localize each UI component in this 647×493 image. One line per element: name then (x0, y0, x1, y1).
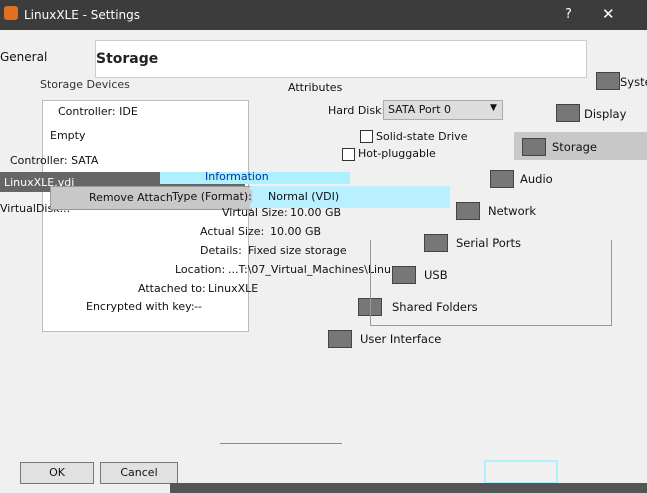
attributes-label: Attributes (288, 81, 343, 94)
hard-disk-select[interactable]: SATA Port 0 ▼ (383, 100, 503, 120)
info-encrypted-key: Encrypted with key: (86, 300, 195, 313)
info-details-key: Details: (200, 244, 242, 257)
cancel-button[interactable]: Cancel (100, 462, 178, 484)
nav-display[interactable]: Display (584, 107, 626, 121)
help-button[interactable]: ? (565, 7, 572, 22)
focus-frame (484, 460, 558, 484)
hotplug-label: Hot-pluggable (358, 147, 436, 160)
panel-border (370, 240, 612, 326)
nav-general[interactable]: General (0, 50, 47, 64)
user-interface-icon (328, 330, 352, 348)
info-attached: LinuxXLE (208, 282, 259, 295)
title-bar: LinuxXLE - Settings ? ✕ (0, 0, 647, 30)
window-title: LinuxXLE - Settings (24, 8, 140, 22)
tree-empty[interactable]: Empty (50, 129, 85, 142)
ok-button[interactable]: OK (20, 462, 94, 484)
network-icon (456, 202, 480, 220)
chevron-down-icon: ▼ (490, 103, 497, 113)
storage-devices-label: Storage Devices (40, 78, 130, 91)
page-title: Storage (96, 51, 159, 67)
info-actual-size: 10.00 GB (270, 225, 322, 238)
nav-storage[interactable]: Storage (552, 140, 597, 154)
audio-icon (490, 170, 514, 188)
bottom-strip (170, 483, 647, 493)
ssd-label: Solid-state Drive (376, 130, 468, 143)
info-encrypted: -- (194, 300, 202, 313)
storage-icon (522, 138, 546, 156)
divider (220, 443, 342, 444)
info-location: ...T:\07_Virtual_Machines\Linu (228, 263, 391, 276)
nav-system[interactable]: System (620, 75, 647, 89)
tree-controller-sata[interactable]: Controller: SATA (10, 154, 98, 167)
close-button[interactable]: ✕ (602, 5, 615, 23)
hotplug-checkbox[interactable] (342, 148, 355, 161)
ssd-checkbox[interactable] (360, 130, 373, 143)
info-location-key: Location: (175, 263, 226, 276)
nav-audio[interactable]: Audio (520, 172, 553, 186)
system-icon (596, 72, 620, 90)
info-actual-size-key: Actual Size: (200, 225, 265, 238)
tree-controller-ide[interactable]: Controller: IDE (58, 105, 138, 118)
hard-disk-value: SATA Port 0 (388, 103, 452, 116)
nav-user-interface[interactable]: User Interface (360, 332, 441, 346)
app-logo-icon (4, 6, 18, 20)
info-attached-key: Attached to: (138, 282, 206, 295)
info-type-key: Type (Format): (172, 190, 252, 203)
display-icon (556, 104, 580, 122)
info-type: Normal (VDI) (268, 190, 340, 203)
info-virtual-size-key: Virtual Size: (222, 206, 288, 219)
hard-disk-label: Hard Disk: (328, 104, 386, 117)
information-label: Information (205, 170, 269, 183)
info-virtual-size: 10.00 GB (290, 206, 342, 219)
info-details: Fixed size storage (248, 244, 347, 257)
nav-network[interactable]: Network (488, 204, 536, 218)
page-header: Storage (95, 40, 587, 78)
